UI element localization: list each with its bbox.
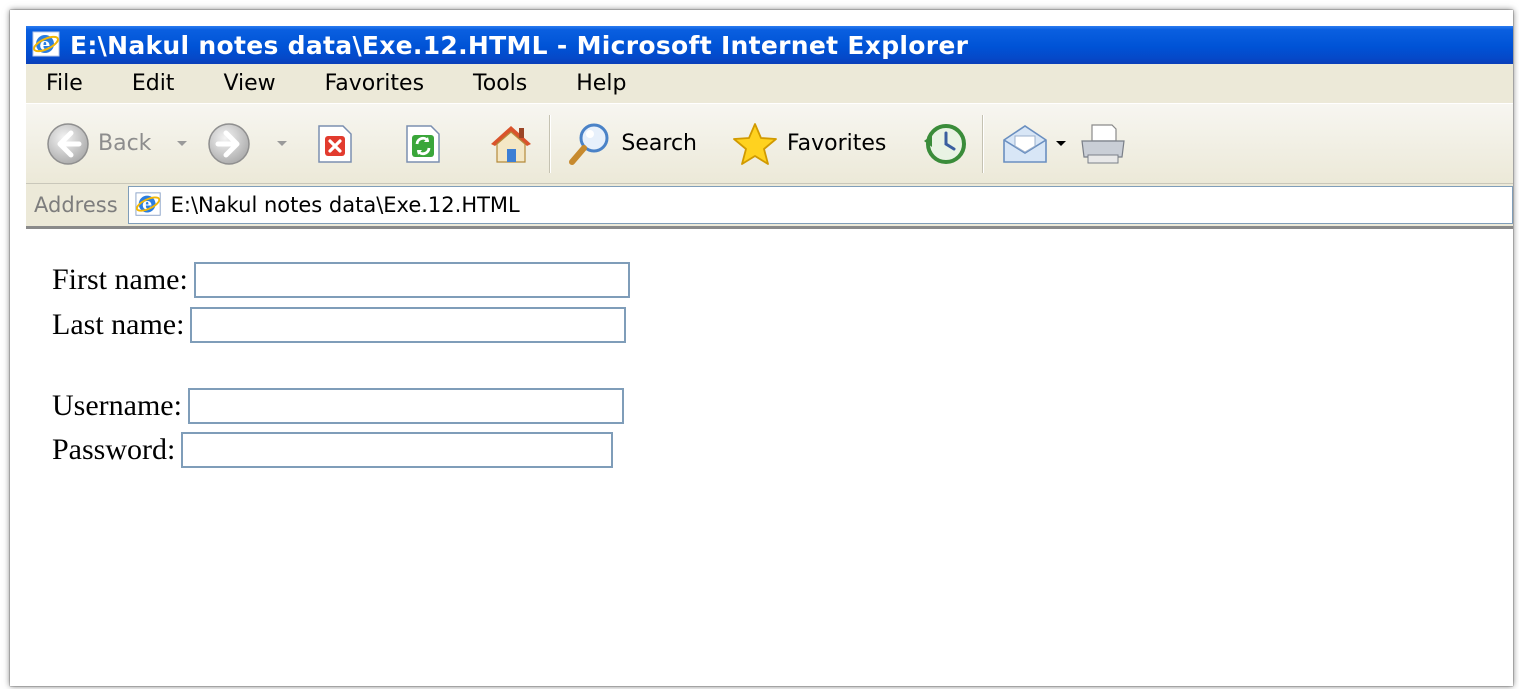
history-button[interactable] <box>922 121 968 167</box>
title-bar[interactable]: e E:\Nakul notes data\Exe.12.HTML - Micr… <box>26 26 1513 64</box>
back-arrow-icon <box>47 122 89 165</box>
last-name-row: Last name: <box>52 304 627 346</box>
menu-edit[interactable]: Edit <box>132 71 175 96</box>
address-url: E:\Nakul notes data\Exe.12.HTML <box>170 193 520 217</box>
window-title: E:\Nakul notes data\Exe.12.HTML - Micros… <box>70 30 969 60</box>
toolbar-separator-2 <box>982 114 985 173</box>
menu-help[interactable]: Help <box>576 71 626 96</box>
refresh-button[interactable] <box>401 122 445 166</box>
first-name-row: First name: <box>52 259 630 301</box>
home-button[interactable] <box>487 122 535 166</box>
username-row: Username: <box>52 385 624 427</box>
browser-window: e E:\Nakul notes data\Exe.12.HTML - Micr… <box>26 26 1513 686</box>
menu-view[interactable]: View <box>223 71 275 96</box>
favorites-label: Favorites <box>787 131 887 156</box>
last-name-input[interactable] <box>190 307 627 343</box>
menu-bar: File Edit View Favorites Tools Help <box>26 64 1513 104</box>
forward-arrow-icon <box>208 122 251 165</box>
history-icon <box>924 123 967 164</box>
toolbar-separator <box>549 114 552 173</box>
address-bar: Address e E:\Nakul notes data\Exe.12.HTM… <box>26 184 1513 229</box>
first-name-input[interactable] <box>193 262 630 298</box>
home-icon <box>491 125 532 163</box>
menu-tools[interactable]: Tools <box>473 71 527 96</box>
toolbar: Back Search Favorites <box>26 104 1513 184</box>
search-button[interactable]: Search <box>567 121 697 167</box>
last-name-label: Last name: <box>52 308 185 341</box>
mail-dropdown-arrow[interactable] <box>1056 141 1067 146</box>
password-input[interactable] <box>181 432 614 468</box>
address-label: Address <box>34 193 118 217</box>
stop-button[interactable] <box>313 122 357 166</box>
ie-icon: e <box>32 31 60 57</box>
printer-icon <box>1081 123 1126 163</box>
menu-file[interactable]: File <box>46 71 83 96</box>
search-icon <box>569 123 609 165</box>
back-dropdown-arrow[interactable] <box>177 141 188 146</box>
forward-button[interactable] <box>207 122 251 166</box>
first-name-label: First name: <box>52 263 188 296</box>
refresh-icon <box>406 124 441 163</box>
star-icon <box>733 122 777 165</box>
print-button[interactable] <box>1078 121 1128 167</box>
address-input[interactable]: e E:\Nakul notes data\Exe.12.HTML <box>127 186 1513 224</box>
search-label: Search <box>621 131 698 156</box>
favorites-button[interactable]: Favorites <box>731 121 886 167</box>
back-label: Back <box>98 131 152 156</box>
page-icon: e <box>135 192 161 216</box>
forward-dropdown-arrow[interactable] <box>277 141 288 146</box>
password-row: Password: <box>52 429 614 471</box>
mail-button[interactable] <box>1000 122 1050 166</box>
screenshot-frame: e E:\Nakul notes data\Exe.12.HTML - Micr… <box>10 10 1513 686</box>
menu-favorites[interactable]: Favorites <box>325 71 424 96</box>
mail-icon <box>1003 124 1048 163</box>
stop-icon <box>318 124 353 163</box>
back-button[interactable]: Back <box>46 122 151 166</box>
username-label: Username: <box>52 389 182 422</box>
username-input[interactable] <box>187 388 624 424</box>
password-label: Password: <box>52 433 176 466</box>
